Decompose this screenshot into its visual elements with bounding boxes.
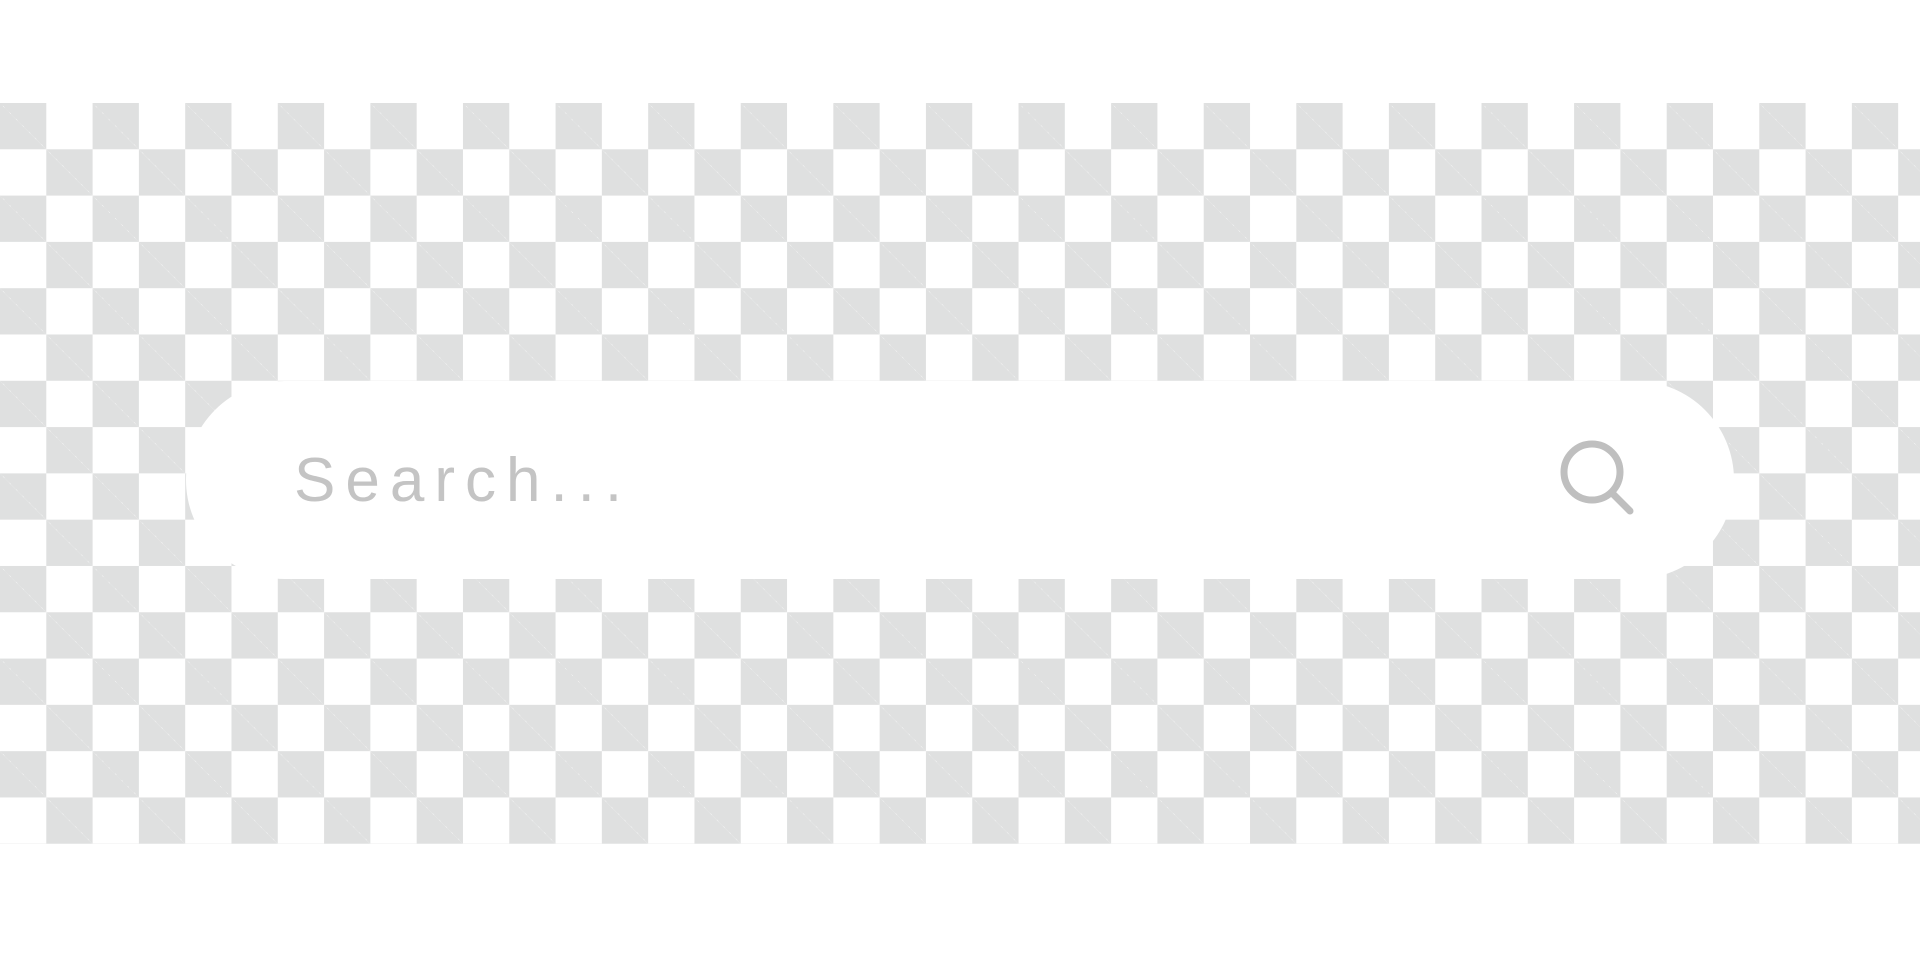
search-icon (1558, 438, 1642, 522)
search-input[interactable] (294, 435, 1558, 525)
search-button[interactable] (1558, 438, 1642, 522)
search-bar[interactable] (186, 381, 1734, 579)
page (0, 0, 1920, 960)
